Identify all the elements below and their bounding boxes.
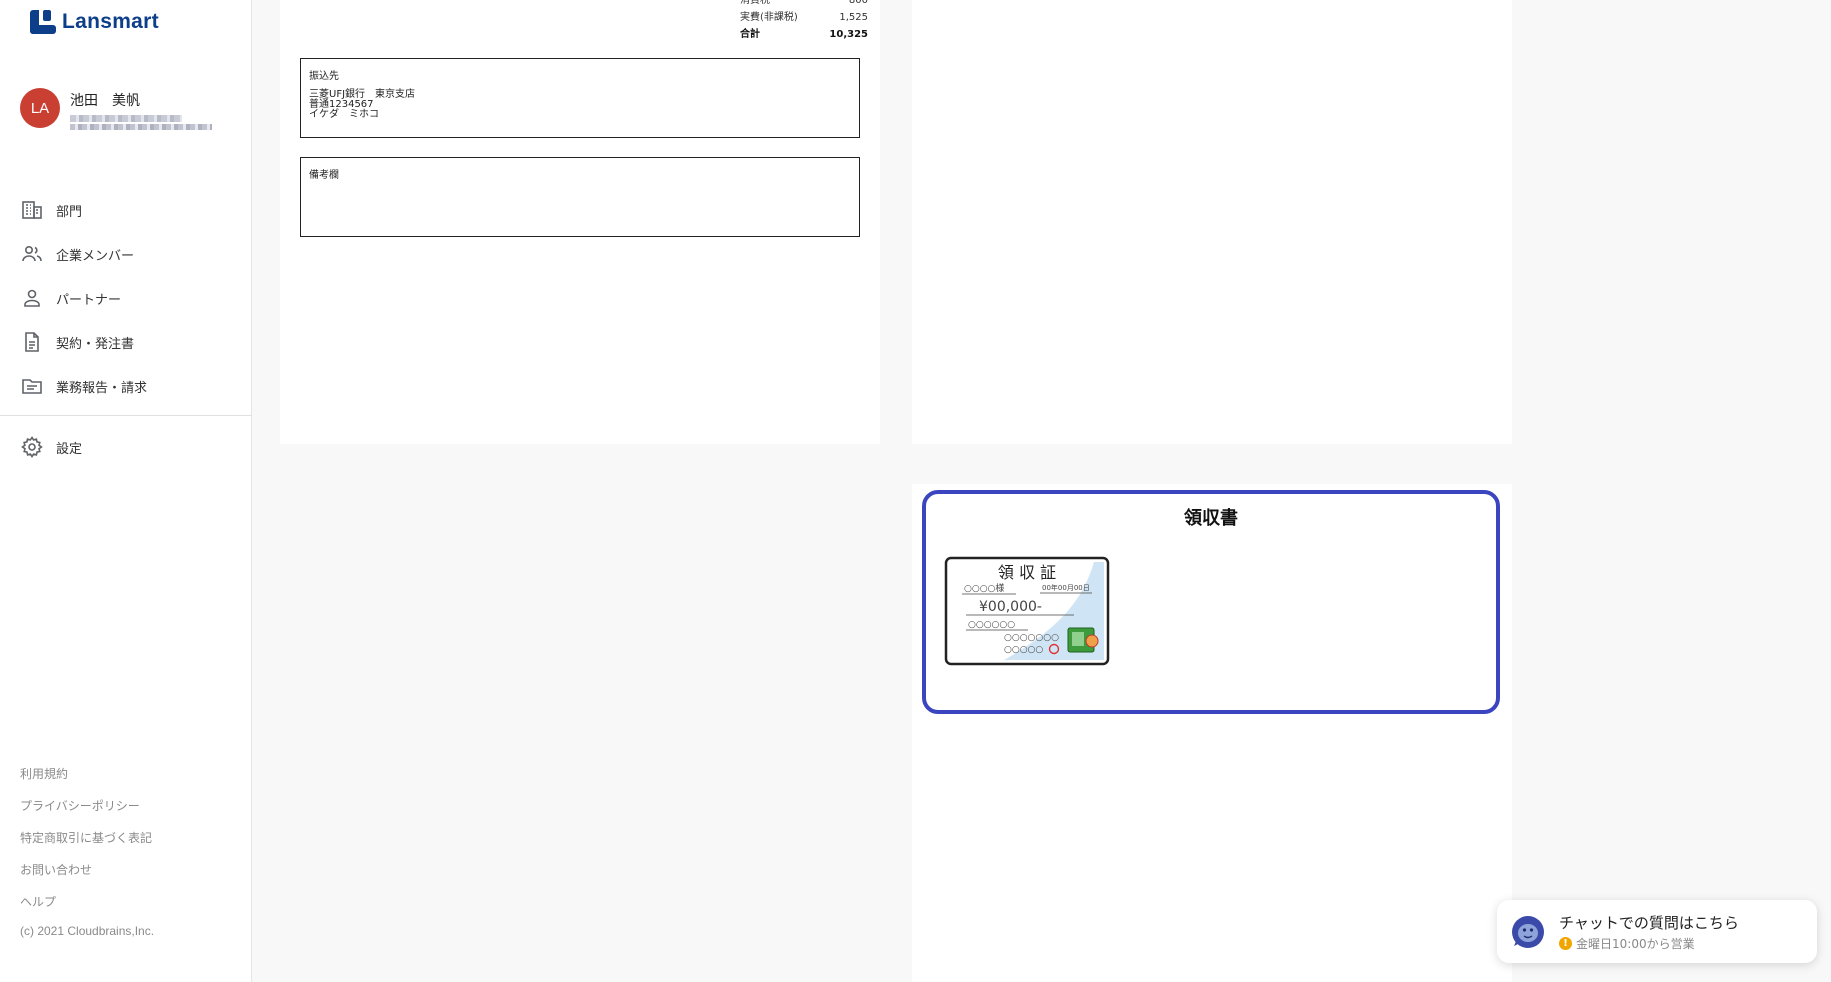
chat-title: チャットでの質問はこちら: [1559, 913, 1739, 932]
nav-label: 部門: [56, 204, 83, 220]
user-profile[interactable]: LA 池田 美帆: [20, 88, 212, 130]
summary-row-expenses: 実費(非課税) 1,525: [740, 12, 868, 23]
bank-line: 三菱UFJ銀行 東京支店: [309, 89, 416, 100]
warning-icon: !: [1559, 936, 1572, 950]
invoice-page: 消費税 800 実費(非課税) 1,525 合計 10,325 振込先 三菱UFJ銀行…: [280, 0, 880, 444]
logo-mark-icon: [30, 10, 56, 34]
nav-item-members[interactable]: 企業メンバー: [0, 232, 252, 276]
gear-icon: [21, 436, 43, 458]
nav-label: 企業メンバー: [56, 248, 135, 264]
logo-text: Lansmart: [62, 10, 159, 33]
bank-title: 振込先: [309, 71, 339, 82]
user-info: 池田 美帆: [70, 88, 212, 130]
folder-icon: [22, 379, 42, 394]
nav-label: 契約・発注書: [56, 336, 135, 352]
contact-link[interactable]: お問い合わせ: [20, 860, 152, 892]
terms-link[interactable]: 利用規約: [20, 764, 152, 796]
avatar: LA: [20, 88, 60, 128]
document-page-blank: [912, 0, 1512, 444]
document-icon: [25, 332, 39, 352]
user-email-redacted: [70, 115, 182, 122]
notes-title: 備考欄: [309, 170, 339, 181]
chat-support-widget[interactable]: チャットでの質問はこちら ! 金曜日10:00から営業: [1497, 900, 1817, 963]
notes-box: 備考欄: [300, 157, 860, 237]
chat-text: チャットでの質問はこちら ! 金曜日10:00から営業: [1559, 912, 1739, 952]
privacy-link[interactable]: プライバシーポリシー: [20, 796, 152, 828]
nav-label: 設定: [56, 441, 83, 457]
illust-memo: ○○○○○○: [968, 620, 1015, 630]
receipt-illustration: 領 収 証 ○○○○様 00年00月00日 ¥00,000- ○○○○○○ ○○…: [944, 556, 1110, 666]
receipt-title: 領収書: [1184, 508, 1238, 529]
building-icon: [22, 201, 42, 219]
person-icon: [24, 289, 40, 307]
group-icon: [22, 246, 42, 262]
nav-item-departments[interactable]: 部門: [0, 188, 252, 232]
chat-bubble-icon: [1512, 915, 1544, 948]
commerce-law-link[interactable]: 特定商取引に基づく表記: [20, 828, 152, 860]
nav-item-reports[interactable]: 業務報告・請求: [0, 364, 252, 408]
copyright: (c) 2021 Cloudbrains,Inc.: [20, 924, 155, 938]
chat-hours: ! 金曜日10:00から営業: [1559, 935, 1739, 952]
bank-info-box: 振込先 三菱UFJ銀行 東京支店 普通1234567 イケダ ミホコ: [300, 58, 860, 138]
main-nav: 部門 企業メンバー パートナー 契約・発注書 業務報告・請求: [0, 188, 252, 408]
illust-issuer2: ○○○○○: [1004, 645, 1043, 655]
footer-links: 利用規約 プライバシーポリシー 特定商取引に基づく表記 お問い合わせ ヘルプ: [20, 764, 152, 924]
chat-subtitle: 金曜日10:00から営業: [1576, 936, 1695, 951]
invoice-summary: 消費税 800 実費(非課税) 1,525 合計 10,325: [740, 0, 868, 43]
nav-label: パートナー: [56, 292, 122, 308]
illust-date: 00年00月00日: [1042, 583, 1090, 592]
user-name: 池田 美帆: [70, 93, 140, 109]
receipt-highlight-box[interactable]: 領収書 領 収 証 ○○○○様 00年00月00日 ¥00,000- ○○○○○…: [922, 490, 1500, 714]
help-link[interactable]: ヘルプ: [20, 892, 152, 924]
nav-item-contracts[interactable]: 契約・発注書: [0, 320, 252, 364]
illust-issuer1: ○○○○○○○: [1004, 633, 1059, 643]
summary-row-tax: 消費税 800: [740, 0, 868, 6]
nav-item-settings[interactable]: 設定: [0, 425, 252, 469]
bank-line: イケダ ミホコ: [309, 109, 379, 120]
illust-to: ○○○○様: [964, 582, 1004, 594]
illust-amount: ¥00,000-: [979, 599, 1042, 615]
summary-row-total: 合計 10,325: [740, 29, 868, 40]
bank-line: 普通1234567: [309, 99, 374, 110]
nav-item-partners[interactable]: パートナー: [0, 276, 252, 320]
user-company-redacted: [70, 124, 212, 130]
nav-label: 業務報告・請求: [56, 380, 148, 396]
receipt-page: 領収書 領 収 証 ○○○○様 00年00月00日 ¥00,000- ○○○○○…: [912, 484, 1512, 982]
lansmart-logo[interactable]: Lansmart: [30, 10, 159, 34]
illust-heading: 領 収 証: [998, 563, 1056, 582]
settings-nav: 設定: [0, 425, 252, 469]
nav-divider: [0, 415, 252, 416]
sidebar: Lansmart LA 池田 美帆 部門 企業メンバー パートナー 契約・発注書…: [0, 0, 252, 982]
